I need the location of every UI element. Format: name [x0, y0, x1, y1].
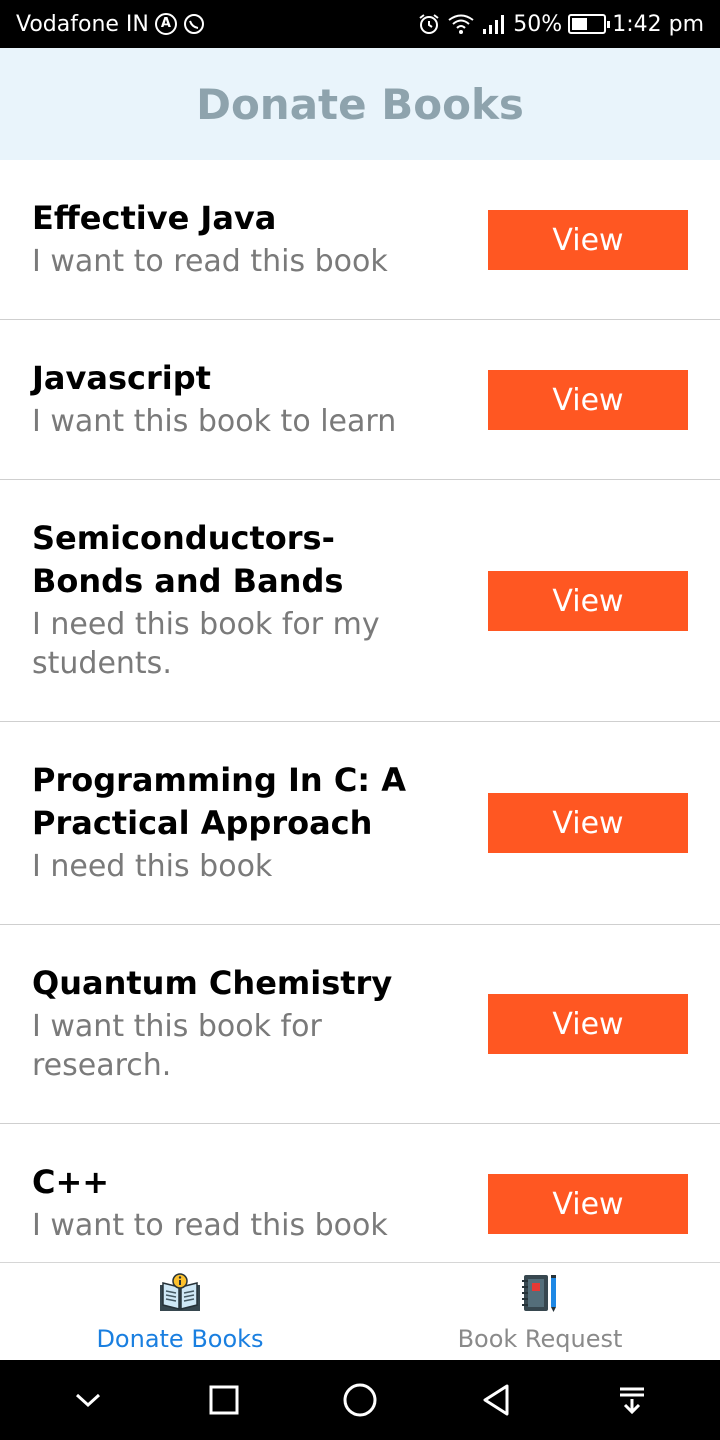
- status-bar: Vodafone IN A 50% 1:42 pm: [0, 0, 720, 48]
- status-right: 50% 1:42 pm: [417, 12, 704, 37]
- carrier-a-icon: A: [154, 13, 177, 35]
- notebook-pencil-icon: [518, 1273, 562, 1317]
- page-title: Donate Books: [196, 79, 524, 129]
- book-request-list[interactable]: Effective Java I want to read this book …: [0, 160, 720, 1262]
- view-button[interactable]: View: [488, 210, 688, 270]
- request-reason: I want this book for research.: [32, 1009, 322, 1083]
- book-title: C++: [32, 1163, 110, 1201]
- battery-percent: 50%: [513, 11, 563, 37]
- system-nav-bar: [0, 1360, 720, 1440]
- view-button[interactable]: View: [488, 370, 688, 430]
- home-icon[interactable]: [330, 1370, 390, 1430]
- book-title: Effective Java: [32, 199, 277, 237]
- signal-icon: [481, 13, 507, 35]
- view-button[interactable]: View: [488, 994, 688, 1054]
- list-item-text: Effective Java I want to read this book: [32, 197, 442, 281]
- notification-pull-icon[interactable]: [602, 1370, 662, 1430]
- list-item-text: Programming In C: A Practical Approach I…: [32, 759, 442, 886]
- list-item-text: C++ I want to read this book: [32, 1161, 442, 1245]
- book-title: Semiconductors-Bonds and Bands: [32, 519, 344, 600]
- tab-donate-books[interactable]: Donate Books: [0, 1263, 360, 1360]
- list-item: Quantum Chemistry I want this book for r…: [0, 925, 720, 1124]
- request-reason: I want to read this book: [32, 1208, 388, 1243]
- clock: 1:42 pm: [612, 11, 704, 37]
- book-title: Programming In C: A Practical Approach: [32, 761, 406, 842]
- battery-icon: [568, 14, 611, 34]
- carrier-name: Vodafone IN: [16, 11, 149, 37]
- book-title: Javascript: [32, 359, 211, 397]
- book-title: Quantum Chemistry: [32, 964, 393, 1002]
- request-reason: I want to read this book: [32, 244, 388, 279]
- view-button[interactable]: View: [488, 571, 688, 631]
- wifi-icon: [447, 13, 475, 35]
- view-button[interactable]: View: [488, 1174, 688, 1234]
- back-icon[interactable]: [466, 1370, 526, 1430]
- request-reason: I need this book for my students.: [32, 607, 380, 681]
- tab-book-request[interactable]: Book Request: [360, 1263, 720, 1360]
- list-item: C++ I want to read this book View: [0, 1124, 720, 1262]
- list-item-text: Semiconductors-Bonds and Bands I need th…: [32, 517, 442, 683]
- list-item: Semiconductors-Bonds and Bands I need th…: [0, 480, 720, 722]
- status-left: Vodafone IN A: [16, 12, 205, 37]
- app-header: Donate Books: [0, 48, 720, 160]
- list-item-text: Javascript I want this book to learn: [32, 357, 442, 441]
- chevron-down-icon[interactable]: [58, 1370, 118, 1430]
- list-item: Programming In C: A Practical Approach I…: [0, 722, 720, 925]
- battery-fill: [572, 18, 588, 30]
- request-reason: I want this book to learn: [32, 404, 397, 439]
- whatsapp-icon: [183, 13, 205, 35]
- tab-label: Donate Books: [96, 1325, 264, 1353]
- list-item: Javascript I want this book to learn Vie…: [0, 320, 720, 480]
- recents-icon[interactable]: [194, 1370, 254, 1430]
- tab-label: Book Request: [457, 1325, 623, 1353]
- request-reason: I need this book: [32, 849, 273, 884]
- bottom-tab-bar: Donate Books Book Request: [0, 1262, 720, 1360]
- open-book-icon: [158, 1273, 202, 1317]
- alarm-icon: [417, 12, 441, 36]
- view-button[interactable]: View: [488, 793, 688, 853]
- list-item-text: Quantum Chemistry I want this book for r…: [32, 962, 442, 1085]
- list-item: Effective Java I want to read this book …: [0, 160, 720, 320]
